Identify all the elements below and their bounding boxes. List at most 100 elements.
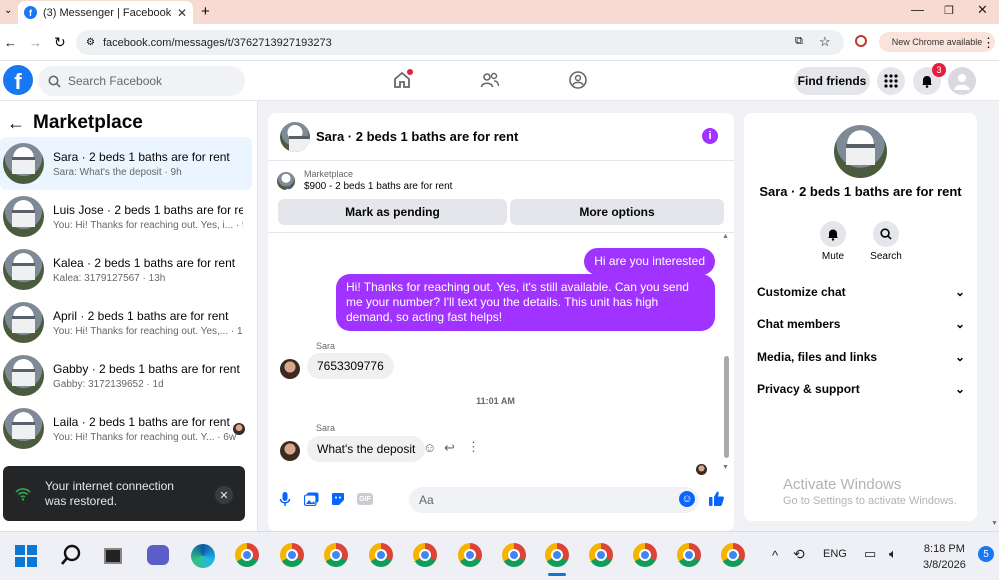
close-tab-icon[interactable]: ✕ <box>177 6 187 20</box>
chat-title[interactable]: Sara · 2 beds 1 baths are for rent <box>316 129 518 144</box>
seen-avatar <box>696 464 707 475</box>
edge-browser-icon[interactable] <box>191 544 215 568</box>
groups-icon[interactable] <box>568 70 588 93</box>
minimize-icon[interactable]: — <box>911 2 924 17</box>
windows-start-icon[interactable] <box>15 545 37 570</box>
chrome-profile-icon[interactable] <box>721 543 745 567</box>
conversation-preview: You: Hi! Thanks for reaching out. Y... ·… <box>53 431 237 443</box>
task-view-icon[interactable] <box>104 548 122 564</box>
chrome-profile-icon[interactable] <box>369 543 393 567</box>
conversation-item[interactable]: Sara · 2 beds 1 baths are for rent Sara: … <box>0 137 252 190</box>
chrome-profile-icon[interactable] <box>589 543 613 567</box>
volume-icon[interactable]: 🔈︎ <box>889 546 897 562</box>
browser-tab[interactable]: f (3) Messenger | Facebook ✕ <box>18 1 193 24</box>
chrome-profile-icon[interactable] <box>413 543 437 567</box>
chrome-profile-icon[interactable] <box>502 543 526 567</box>
scroll-down-icon[interactable]: ▼ <box>722 464 729 471</box>
chrome-profile-icon[interactable] <box>677 543 701 567</box>
reply-icon[interactable]: ↩ <box>444 440 455 456</box>
chat-avatar[interactable] <box>280 121 310 152</box>
site-info-icon[interactable]: ⚙ <box>86 37 95 48</box>
sender-avatar[interactable] <box>280 359 300 379</box>
maximize-icon[interactable]: ❐ <box>944 4 954 17</box>
back-icon[interactable]: ← <box>4 35 17 50</box>
chrome-profile-icon[interactable] <box>280 543 304 567</box>
emoji-picker-icon[interactable]: ☺ <box>679 491 695 507</box>
mute-label: Mute <box>821 251 845 262</box>
media-files-links-section[interactable]: Media, files and links ⌄ <box>757 350 965 364</box>
window-close-icon[interactable]: ✕ <box>977 2 988 18</box>
search-facebook-input[interactable]: Search Facebook <box>38 66 245 96</box>
find-friends-button[interactable]: Find friends <box>794 67 870 95</box>
incoming-message[interactable]: What's the deposit <box>307 436 426 462</box>
sender-avatar[interactable] <box>280 441 300 461</box>
new-tab-icon[interactable]: + <box>201 3 210 20</box>
message-input[interactable]: Aa <box>409 487 699 513</box>
language-indicator[interactable]: ENG <box>823 548 847 560</box>
like-thumb-icon[interactable] <box>708 490 725 510</box>
chrome-profile-icon[interactable] <box>633 543 657 567</box>
install-app-icon[interactable]: ⧉ <box>795 35 803 48</box>
mark-as-pending-button[interactable]: Mark as pending <box>278 199 507 225</box>
gif-icon[interactable]: GIF <box>357 493 373 505</box>
more-actions-icon[interactable]: ⋮ <box>467 439 480 455</box>
chevron-down-icon: ⌄ <box>954 350 965 364</box>
notification-center-badge[interactable]: 5 <box>978 546 994 562</box>
chrome-icon[interactable] <box>235 543 259 567</box>
privacy-support-section[interactable]: Privacy & support ⌄ <box>757 382 965 396</box>
account-avatar[interactable] <box>948 67 976 95</box>
mute-button[interactable] <box>820 221 846 247</box>
marketplace-listing[interactable]: Marketplace $900 - 2 beds 1 baths are for… <box>277 169 452 192</box>
seen-avatar <box>233 423 245 435</box>
conversation-item[interactable]: Kalea · 2 beds 1 baths are for rent Kalea… <box>0 243 252 296</box>
new-chrome-available-chip[interactable]: New Chrome available <box>879 32 995 52</box>
chat-members-section[interactable]: Chat members ⌄ <box>757 317 965 331</box>
taskbar-search-icon[interactable] <box>60 544 82 569</box>
close-toast-icon[interactable]: ✕ <box>215 486 233 504</box>
search-chat-button[interactable] <box>873 221 899 247</box>
reload-icon[interactable]: ↻ <box>54 34 66 51</box>
chrome-profile-icon[interactable] <box>324 543 348 567</box>
info-icon[interactable]: i <box>702 128 718 144</box>
chat-scrollbar[interactable] <box>724 356 729 458</box>
marketplace-label: Marketplace <box>304 169 354 179</box>
forward-icon[interactable]: → <box>29 35 42 50</box>
back-arrow-icon[interactable]: ← <box>7 113 25 134</box>
conversation-item[interactable]: Gabby · 2 beds 1 baths are for rent Gabby… <box>0 349 252 402</box>
outgoing-message[interactable]: Hi! Thanks for reaching out. Yes, it's s… <box>336 274 715 331</box>
more-options-button[interactable]: More options <box>510 199 724 225</box>
omnibox[interactable]: ⚙ facebook.com/messages/t/37627139271932… <box>76 30 844 55</box>
tray-overflow-icon[interactable]: ^ <box>772 548 778 563</box>
tab-list-icon[interactable]: ⌄ <box>4 5 12 16</box>
chrome-active-icon[interactable] <box>545 543 569 567</box>
listing-avatar[interactable] <box>834 125 887 178</box>
friends-icon[interactable] <box>480 70 500 93</box>
scroll-up-icon[interactable]: ▲ <box>722 233 729 240</box>
chrome-profile-icon[interactable] <box>458 543 482 567</box>
network-icon[interactable]: ▭ <box>864 546 876 562</box>
teams-chat-icon[interactable] <box>147 545 169 565</box>
microphone-icon[interactable] <box>279 491 291 510</box>
notification-badge: 3 <box>932 63 946 77</box>
search-placeholder: Search Facebook <box>68 74 163 88</box>
conversation-item[interactable]: April · 2 beds 1 baths are for rent You: … <box>0 296 252 349</box>
chevron-down-icon: ⌄ <box>954 382 965 396</box>
profile-icon[interactable] <box>855 35 867 47</box>
conversation-item[interactable]: Laila · 2 beds 1 baths are for rent You: … <box>0 402 252 455</box>
chrome-menu-icon[interactable]: ⋮ <box>982 35 995 51</box>
taskbar-clock[interactable]: 8:18 PM 3/8/2026 <box>923 541 966 573</box>
react-emoji-icon[interactable]: ☺ <box>423 440 436 455</box>
conversation-item[interactable]: Luis Jose · 2 beds 1 baths are for re...… <box>0 190 252 243</box>
photo-icon[interactable] <box>303 492 319 509</box>
menu-grid-icon[interactable] <box>877 67 905 95</box>
outgoing-message[interactable]: Hi are you interested <box>584 248 715 275</box>
page-scroll-down-icon[interactable]: ▼ <box>991 520 998 527</box>
customize-chat-section[interactable]: Customize chat ⌄ <box>757 285 965 299</box>
incoming-message[interactable]: 7653309776 <box>307 353 394 379</box>
facebook-logo-icon[interactable]: f <box>3 65 33 95</box>
sync-icon[interactable]: ⟲ <box>793 546 805 563</box>
sticker-icon[interactable] <box>331 492 345 509</box>
section-label: Media, files and links <box>757 350 878 364</box>
tab-title: (3) Messenger | Facebook <box>43 6 172 19</box>
bookmark-star-icon[interactable]: ☆ <box>819 34 831 50</box>
